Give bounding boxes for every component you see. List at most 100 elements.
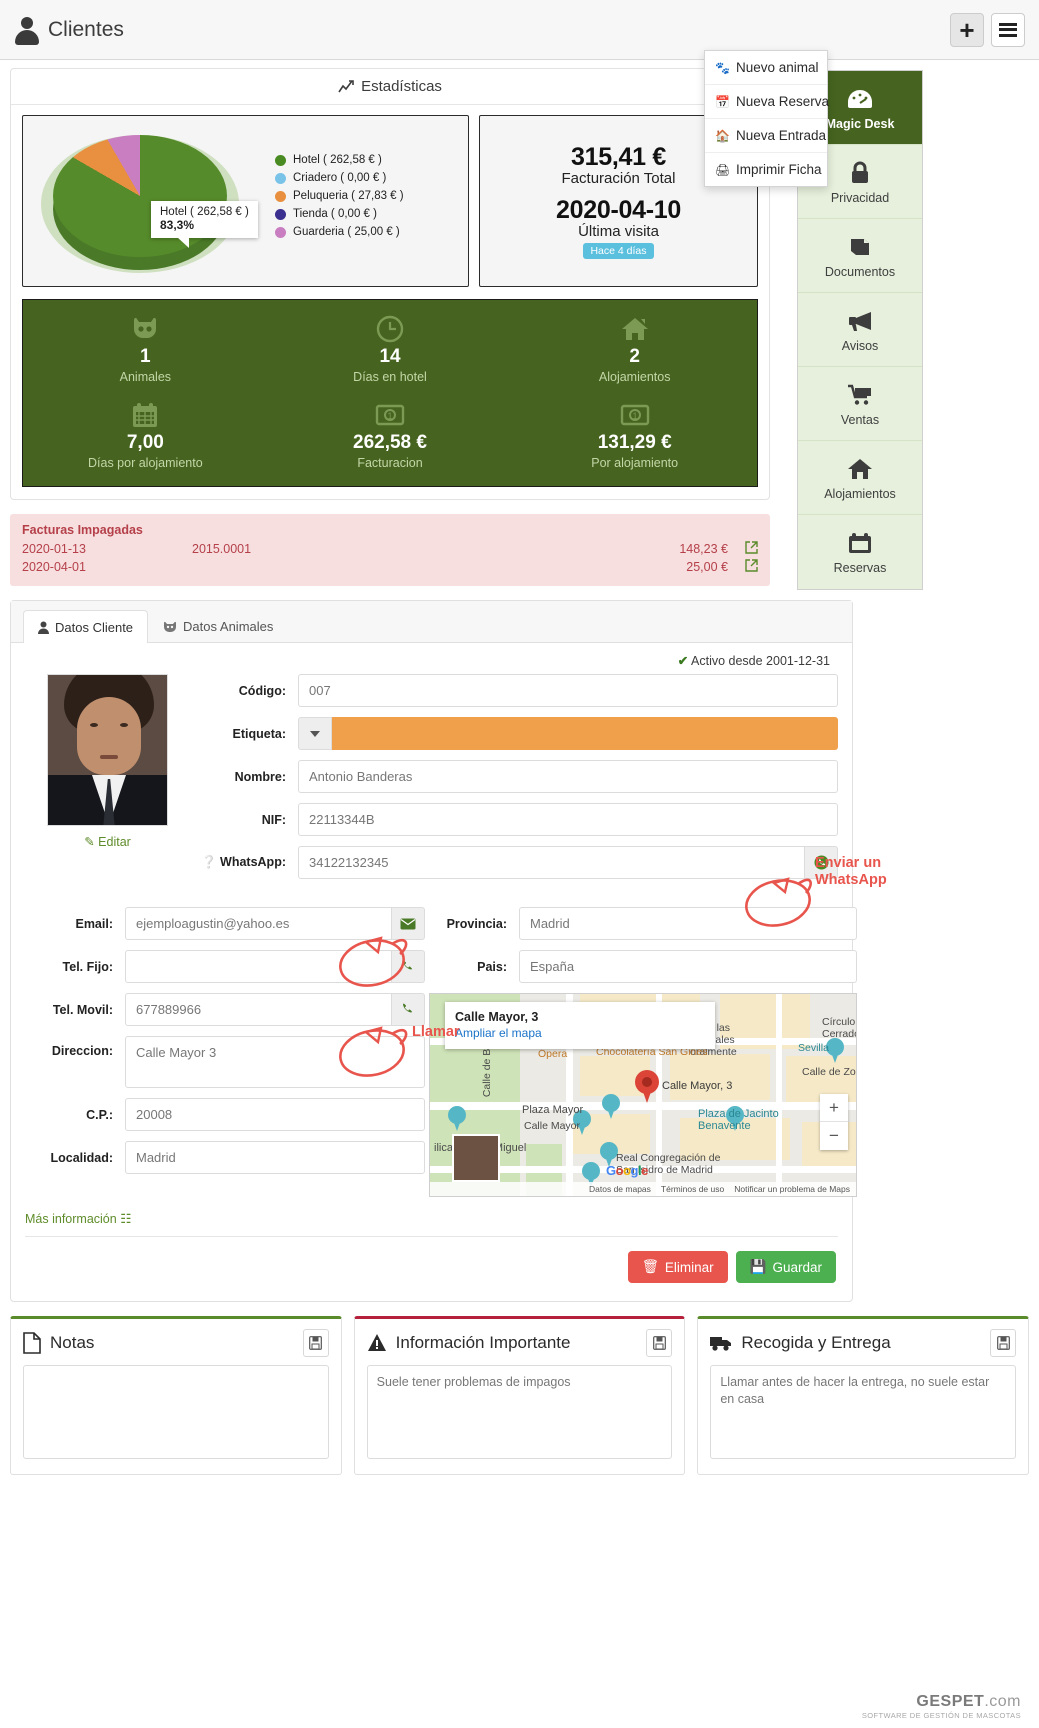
phone-icon bbox=[401, 960, 415, 974]
external-link-icon[interactable] bbox=[728, 559, 758, 575]
menu-button[interactable] bbox=[991, 13, 1025, 47]
sidebar-item-ventas[interactable]: Ventas bbox=[798, 367, 922, 441]
add-button[interactable]: + bbox=[950, 13, 984, 47]
map-label: Calle de Ba bbox=[481, 1043, 493, 1097]
informacion-importante-textarea[interactable]: Suele tener problemas de impagos bbox=[367, 1365, 673, 1459]
map-label: Círculo d bbox=[822, 1016, 857, 1028]
map-expand-link[interactable]: Ampliar el mapa bbox=[455, 1026, 705, 1040]
statistics-panel: Estadísticas Hotel ( 262,58 € ) 83,3% bbox=[10, 68, 770, 500]
pais-input[interactable] bbox=[519, 950, 857, 983]
note-save-button[interactable] bbox=[990, 1329, 1016, 1357]
provincia-input[interactable] bbox=[519, 907, 857, 940]
note-card-body: Llamar antes de hacer la entrega, no sue… bbox=[698, 1365, 1028, 1474]
kpi-value: 1 bbox=[23, 346, 268, 368]
add-dropdown-menu[interactable]: 🐾 Nuevo animal 📅 Nueva Reserva 🏠 Nueva E… bbox=[704, 50, 828, 187]
pie-slices bbox=[53, 135, 227, 257]
nif-input[interactable] bbox=[298, 803, 838, 836]
menu-item-nueva-reserva[interactable]: 📅 Nueva Reserva bbox=[705, 85, 827, 119]
codigo-input[interactable] bbox=[298, 674, 838, 707]
home-icon bbox=[847, 455, 873, 483]
menu-item-label: Imprimir Ficha bbox=[736, 162, 822, 177]
save-button[interactable]: 💾 Guardar bbox=[736, 1251, 836, 1283]
sidebar-item-avisos[interactable]: Avisos bbox=[798, 293, 922, 367]
sidebar-item-reservas[interactable]: Reservas bbox=[798, 515, 922, 589]
photo-column: ✎ Editar bbox=[25, 674, 190, 889]
active-since-text: Activo desde 2001-12-31 bbox=[691, 654, 830, 668]
question-circle-icon[interactable]: ❔ bbox=[201, 855, 217, 869]
note-save-button[interactable] bbox=[303, 1329, 329, 1357]
legend-label: Criadero ( 0,00 € ) bbox=[293, 172, 386, 184]
tel-movil-call-button[interactable] bbox=[392, 993, 425, 1026]
map-marker-poi bbox=[602, 1094, 620, 1119]
menu-item-nueva-entrada[interactable]: 🏠 Nueva Entrada bbox=[705, 119, 827, 153]
paw-icon: 🐾 bbox=[715, 61, 729, 75]
sidebar-item-label: Documentos bbox=[825, 265, 895, 279]
svg-text:1: 1 bbox=[632, 411, 637, 421]
sidebar-item-alojamientos[interactable]: Alojamientos bbox=[798, 441, 922, 515]
legend-label: Guarderia ( 25,00 € ) bbox=[293, 226, 400, 238]
whatsapp-input[interactable] bbox=[298, 846, 805, 879]
localidad-input[interactable] bbox=[125, 1141, 425, 1174]
notas-textarea[interactable] bbox=[23, 1365, 329, 1459]
sidebar-item-documentos[interactable]: Documentos bbox=[798, 219, 922, 293]
table-row[interactable]: 2020-04-01 25,00 € bbox=[22, 558, 758, 576]
external-link-icon[interactable] bbox=[728, 541, 758, 557]
money-icon: 1 bbox=[512, 400, 757, 430]
etiqueta-color-bar[interactable] bbox=[332, 717, 838, 750]
client-detail-card: Datos Cliente Datos Animales ✔ Activo de… bbox=[10, 600, 853, 1302]
map-zoom-out-button[interactable]: − bbox=[820, 1122, 848, 1150]
map-footer-item[interactable]: Términos de uso bbox=[661, 1184, 724, 1194]
brand-main: GESPET bbox=[916, 1693, 984, 1710]
map-label: Cerrado d bbox=[822, 1028, 857, 1040]
tel-fijo-call-button[interactable] bbox=[392, 950, 425, 983]
note-card-header: Información Importante bbox=[355, 1319, 685, 1365]
recogida-y-entrega-textarea[interactable]: Llamar antes de hacer la entrega, no sue… bbox=[710, 1365, 1016, 1459]
kpi-value: 262,58 € bbox=[268, 432, 513, 454]
table-row[interactable]: 2020-01-13 2015.0001 148,23 € bbox=[22, 540, 758, 558]
direccion-textarea[interactable]: Calle Mayor 3 bbox=[125, 1036, 425, 1088]
sidebar-item-label: Avisos bbox=[842, 339, 879, 353]
map-zoom-in-button[interactable]: + bbox=[820, 1094, 848, 1122]
menu-item-nuevo-animal[interactable]: 🐾 Nuevo animal bbox=[705, 51, 827, 85]
chevron-down-icon bbox=[310, 731, 320, 737]
satellite-thumbnail[interactable] bbox=[452, 1134, 500, 1182]
sidebar-item-label: Magic Desk bbox=[826, 117, 895, 131]
invoice-date: 2020-01-13 bbox=[22, 542, 192, 556]
envelope-icon bbox=[400, 918, 416, 930]
more-info-label: Más información bbox=[25, 1212, 117, 1226]
menu-item-imprimir-ficha[interactable]: 🖨 Imprimir Ficha bbox=[705, 153, 827, 186]
map-footer: Datos de mapas Términos de uso Notificar… bbox=[430, 1182, 856, 1196]
address-map[interactable]: Calle Mayor, 3 de las Reales oralmente bbox=[429, 993, 857, 1197]
unpaid-invoices-panel: Facturas Impagadas 2020-01-13 2015.0001 … bbox=[10, 514, 770, 586]
nombre-input[interactable] bbox=[298, 760, 838, 793]
map-zoom-control[interactable]: + − bbox=[820, 1094, 848, 1150]
more-info-link[interactable]: Más información ☷ bbox=[25, 1211, 838, 1237]
map-info-window: Calle Mayor, 3 Ampliar el mapa bbox=[445, 1002, 715, 1049]
email-send-button[interactable] bbox=[392, 907, 425, 940]
kpi-animales: 1 Animales bbox=[23, 314, 268, 384]
note-cards-row: Notas Información Importante bbox=[10, 1316, 1029, 1475]
field-label: Localidad: bbox=[25, 1151, 125, 1165]
map-label: Calle de Zorrilla bbox=[802, 1066, 857, 1078]
tab-datos-cliente[interactable]: Datos Cliente bbox=[23, 610, 148, 643]
field-codigo: Código: bbox=[190, 674, 838, 707]
tel-movil-input[interactable] bbox=[125, 993, 392, 1026]
tab-strip: Datos Cliente Datos Animales bbox=[11, 601, 852, 643]
cp-input[interactable] bbox=[125, 1098, 425, 1131]
map-footer-item[interactable]: Notificar un problema de Maps bbox=[734, 1184, 850, 1194]
etiqueta-dropdown-button[interactable] bbox=[298, 717, 332, 750]
email-input[interactable] bbox=[125, 907, 392, 940]
delete-button[interactable]: 🗑 Eliminar bbox=[628, 1251, 728, 1283]
tel-fijo-input[interactable] bbox=[125, 950, 392, 983]
annotation-line-2: WhatsApp bbox=[815, 872, 887, 889]
tab-datos-animales[interactable]: Datos Animales bbox=[148, 609, 288, 642]
pie-tooltip-label: Hotel ( 262,58 € ) bbox=[160, 206, 249, 218]
clock-icon bbox=[268, 314, 513, 344]
brand-footer: GESPET.com SOFTWARE DE GESTIÓN DE MASCOT… bbox=[862, 1693, 1021, 1720]
avatar bbox=[47, 674, 168, 826]
statistics-header: Estadísticas bbox=[11, 69, 769, 105]
calendar-icon: 📅 bbox=[715, 95, 729, 109]
menu-item-label: Nueva Reserva bbox=[736, 94, 829, 109]
note-save-button[interactable] bbox=[646, 1329, 672, 1357]
edit-photo-link[interactable]: ✎ Editar bbox=[25, 834, 190, 849]
